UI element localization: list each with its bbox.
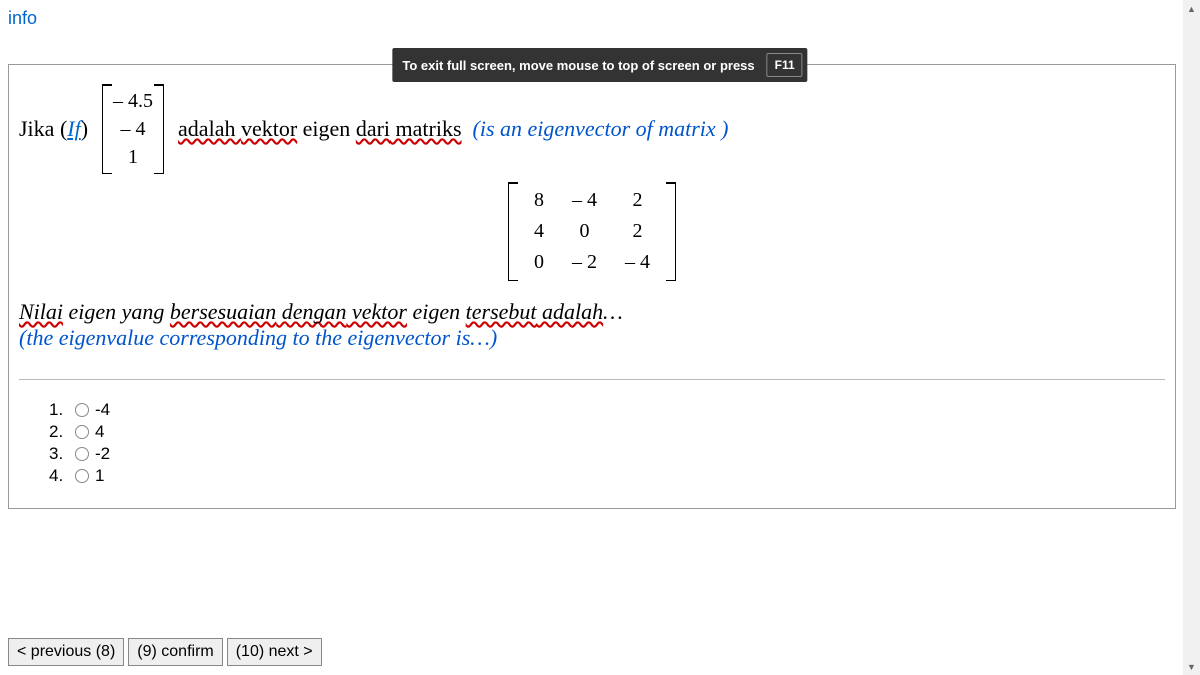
- if-link[interactable]: If: [67, 116, 80, 142]
- bracket-right-icon: [155, 84, 164, 174]
- option-3[interactable]: 3. -2: [49, 444, 1165, 464]
- m-2-2: – 4: [611, 247, 664, 278]
- fullscreen-notice: To exit full screen, move mouse to top o…: [392, 48, 807, 82]
- m-2-0: 0: [520, 247, 558, 278]
- opt-label-3: -2: [95, 444, 110, 464]
- vec-entry-2: 1: [112, 143, 154, 171]
- question-container: Jika (If ) – 4.5 – 4 1 adalah vektor eig…: [8, 64, 1176, 509]
- next-button[interactable]: (10) next >: [227, 638, 322, 666]
- matrix-display: 8 – 4 2 4 0 2 0 – 2 – 4: [19, 175, 1165, 293]
- confirm-button[interactable]: (9) confirm: [128, 638, 222, 666]
- divider: [19, 379, 1165, 380]
- option-4[interactable]: 4. 1: [49, 466, 1165, 486]
- text-adalah: adalah vektor eigen dari matriks: [178, 116, 461, 142]
- nav-buttons: < previous (8) (9) confirm (10) next >: [8, 638, 326, 666]
- p2d: dengan: [276, 299, 346, 324]
- p2a: Nilai: [19, 299, 63, 324]
- opt-num-4: 4.: [49, 466, 69, 486]
- w1: adalah: [178, 116, 241, 141]
- opt-num-3: 3.: [49, 444, 69, 464]
- opt-label-2: 4: [95, 422, 104, 442]
- option-1[interactable]: 1. -4: [49, 400, 1165, 420]
- vec-entry-1: – 4: [112, 115, 154, 143]
- scroll-down-icon[interactable]: ▼: [1183, 658, 1200, 675]
- m-1-2: 2: [611, 216, 664, 247]
- p2c: bersesuaian: [170, 299, 276, 324]
- info-link[interactable]: info: [8, 8, 37, 29]
- opt-label-4: 1: [95, 466, 104, 486]
- scroll-up-icon[interactable]: ▲: [1183, 0, 1200, 17]
- radio-1[interactable]: [75, 403, 89, 417]
- vec-entry-0: – 4.5: [112, 87, 154, 115]
- f11-key-badge: F11: [767, 53, 803, 77]
- fullscreen-notice-text: To exit full screen, move mouse to top o…: [392, 50, 764, 81]
- matrix-bracket-left-icon: [508, 182, 517, 281]
- radio-4[interactable]: [75, 469, 89, 483]
- bracket-left-icon: [102, 84, 111, 174]
- scrollbar-track[interactable]: [1183, 0, 1200, 675]
- w4: dari: [356, 116, 390, 141]
- eigenvector-column: – 4.5 – 4 1: [106, 87, 160, 171]
- previous-button[interactable]: < previous (8): [8, 638, 124, 666]
- matrix-bracket-right-icon: [667, 182, 676, 281]
- text-jika: Jika (: [19, 116, 67, 142]
- translation-2: (the eigenvalue corresponding to the eig…: [19, 325, 1165, 351]
- p2f: eigen: [407, 299, 466, 324]
- m-0-0: 8: [520, 185, 558, 216]
- p2i: …: [603, 299, 623, 324]
- opt-num-2: 2.: [49, 422, 69, 442]
- translation-1: (is an eigenvector of matrix ): [473, 116, 729, 142]
- radio-3[interactable]: [75, 447, 89, 461]
- w3: eigen: [297, 116, 356, 141]
- option-2[interactable]: 2. 4: [49, 422, 1165, 442]
- p2b: eigen yang: [63, 299, 170, 324]
- p2h: adalah: [537, 299, 604, 324]
- m-1-0: 4: [520, 216, 558, 247]
- m-0-1: – 4: [558, 185, 611, 216]
- w5: matriks: [390, 116, 462, 141]
- m-0-2: 2: [611, 185, 664, 216]
- answer-options: 1. -4 2. 4 3. -2 4. 1: [49, 400, 1165, 486]
- p2e: vektor: [347, 299, 407, 324]
- prompt-line-2: Nilai eigen yang bersesuaian dengan vekt…: [19, 299, 1165, 325]
- opt-num-1: 1.: [49, 400, 69, 420]
- w2: vektor: [241, 116, 297, 141]
- matrix-table: 8 – 4 2 4 0 2 0 – 2 – 4: [520, 185, 664, 278]
- radio-2[interactable]: [75, 425, 89, 439]
- m-2-1: – 2: [558, 247, 611, 278]
- opt-label-1: -4: [95, 400, 110, 420]
- text-close-paren: ): [81, 116, 88, 142]
- m-1-1: 0: [558, 216, 611, 247]
- prompt-line-1: Jika (If ) – 4.5 – 4 1 adalah vektor eig…: [19, 87, 1165, 171]
- p2g: tersebut: [466, 299, 537, 324]
